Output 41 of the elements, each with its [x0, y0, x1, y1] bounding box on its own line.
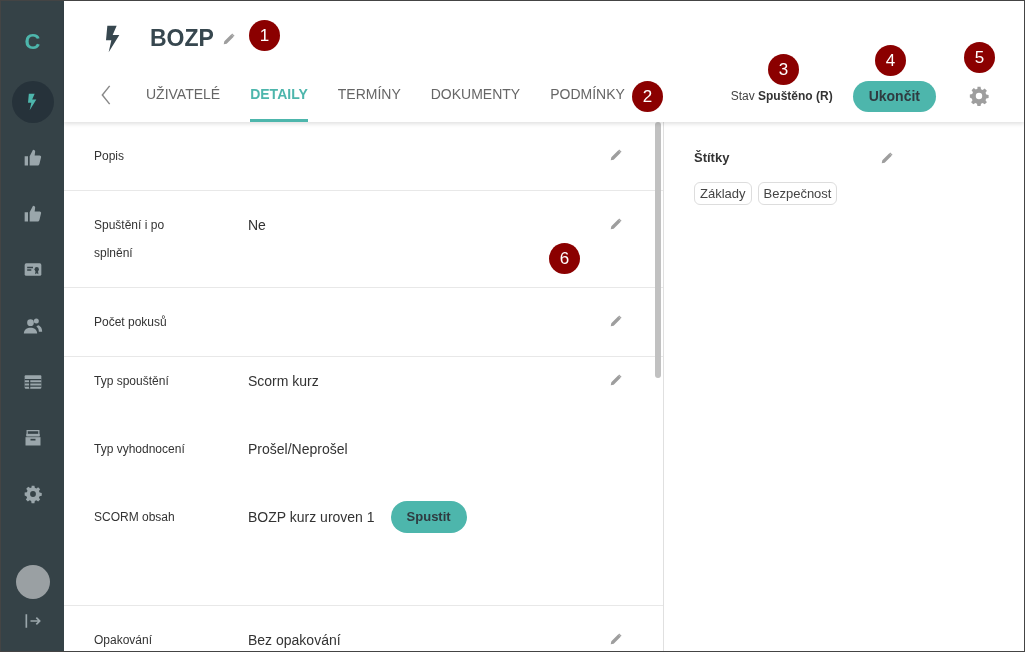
field-label: SCORM obsah	[94, 509, 176, 526]
pencil-icon[interactable]	[609, 373, 623, 387]
panel-title: Štítky	[694, 149, 730, 167]
pencil-icon[interactable]	[221, 31, 236, 46]
field-value: BOZP kurz uroven 1	[248, 508, 375, 527]
tag: Bezpečnost	[757, 181, 838, 205]
tag: Základy	[694, 181, 752, 205]
pencil-icon[interactable]	[609, 314, 623, 328]
end-button[interactable]: Ukončit	[852, 80, 936, 112]
callout-marker: 6	[549, 243, 580, 274]
tab[interactable]: DOKUMENTY	[430, 76, 521, 122]
field-value: Bez opakování	[248, 631, 341, 650]
pencil-icon[interactable]	[609, 148, 623, 162]
field-label: Typ spouštění	[94, 373, 170, 390]
table-icon	[22, 372, 43, 392]
user-avatar[interactable]	[15, 565, 50, 599]
settings-icon[interactable]	[968, 85, 990, 107]
field-label: Počet pokusů	[94, 314, 168, 331]
field-value: Ne	[248, 216, 266, 235]
scrollbar-thumb[interactable]	[655, 122, 661, 378]
sidebar-item[interactable]	[11, 81, 54, 123]
people-icon	[22, 316, 43, 336]
field-label: Typ vyhodnocení	[94, 441, 186, 458]
thumbs-up-icon	[22, 204, 43, 224]
start-button[interactable]: Spustit	[390, 501, 467, 533]
field-label: Popis	[94, 148, 126, 165]
field-value: Scorm kurz	[248, 372, 319, 391]
tab[interactable]: UŽIVATELÉ	[146, 76, 221, 122]
tab[interactable]: PODMÍNKY	[550, 76, 625, 122]
field-label: Spuštění i po splnění	[94, 217, 166, 262]
thumbs-up-icon	[22, 148, 43, 168]
page-title: BOZP	[150, 24, 214, 54]
status-text: Stav Spuštěno (R)	[730, 88, 833, 105]
pencil-icon[interactable]	[609, 217, 623, 231]
pencil-icon[interactable]	[880, 150, 894, 165]
app-logo[interactable]: C	[24, 24, 41, 58]
field-label: Opakování	[94, 632, 154, 649]
field-value: Prošel/Neprošel	[248, 440, 348, 459]
tab[interactable]: TERMÍNY	[337, 76, 401, 122]
settings-icon	[22, 484, 43, 504]
pencil-icon[interactable]	[609, 632, 623, 646]
